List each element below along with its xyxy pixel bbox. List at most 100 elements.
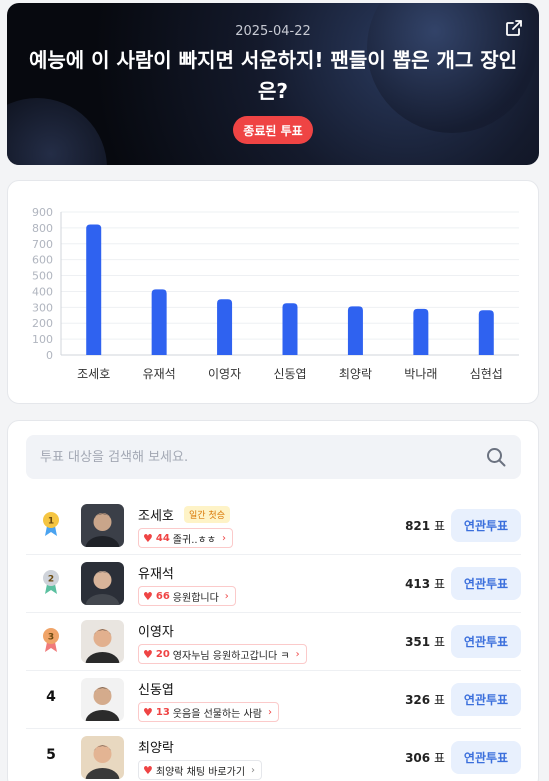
heart-icon: ♥ [143,705,153,719]
cheer-comment-chip[interactable]: ♥ 66 응원합니다 › [138,586,236,606]
vote-title: 예능에 이 사람이 빠지면 서운하지! 팬들이 뽑은 개그 장인은? [28,48,518,103]
cheer-comment-chip[interactable]: ♥ 44 졸귀..ㅎㅎ › [138,528,233,548]
search-icon[interactable] [485,446,507,468]
chevron-right-icon: › [251,764,256,776]
vote-number: 306 [405,751,431,765]
candidate-avatar[interactable] [81,562,124,605]
candidate-row[interactable]: 1 조세호 일간 첫승 ♥ 44 졸귀..ㅎㅎ › 821 표 연관투표 [26,497,521,555]
y-tick-label: 800 [32,222,53,235]
chart-bar [151,289,167,355]
x-category-label: 심현섭 [470,367,503,381]
vote-count: 413 표 [405,575,445,592]
chart-bar [413,308,429,355]
cheer-text: 웃음을 선물하는 사람 [172,708,262,720]
avatar-image [85,571,120,605]
share-icon[interactable] [505,19,523,37]
vote-number: 821 [405,519,431,533]
x-category-label: 박나래 [404,367,437,381]
heart-icon: ♥ [143,763,153,777]
related-vote-button[interactable]: 연관투표 [451,567,521,600]
cheer-count: 20 [155,648,170,660]
vote-unit: 표 [433,577,445,591]
chevron-right-icon: › [267,706,272,718]
related-vote-button[interactable]: 연관투표 [451,741,521,774]
vote-count: 326 표 [405,691,445,708]
chevron-right-icon: › [224,590,229,602]
y-tick-label: 500 [32,270,53,283]
status-badge: 종료된 투표 [233,116,313,144]
candidate-name: 이영자 [138,625,174,640]
silver-medal-icon: 2 [43,570,59,594]
cheer-count: 44 [155,532,170,544]
chat-link-chip[interactable]: ♥ 최양락 채팅 바로가기 › [138,760,263,780]
vote-count: 821 표 [405,517,445,534]
y-tick-label: 400 [32,285,53,298]
vote-chart-card: 0 100 200 300 400 500 600 700 800 900 조세호 유재석 이영자 신동엽… [7,180,539,404]
vote-number: 351 [405,635,431,649]
bronze-medal-icon: 3 [43,628,59,652]
medal-rank-number: 2 [48,575,54,585]
vote-number: 413 [405,577,431,591]
cheer-count: 13 [155,706,170,718]
y-tick-label: 700 [32,238,53,251]
related-vote-button[interactable]: 연관투표 [451,683,521,716]
candidate-name: 신동엽 [138,683,174,698]
candidate-tag: 일간 첫승 [184,506,230,523]
candidate-name: 최양락 [138,741,174,756]
y-tick-label: 300 [32,301,53,314]
medal-rank-number: 3 [48,633,54,643]
candidate-row[interactable]: 2 유재석 ♥ 66 응원합니다 › 413 표 연관투표 [26,555,521,613]
avatar-image [85,513,120,547]
search-bar [26,435,521,479]
candidate-name: 조세호 [138,509,174,524]
gold-medal-icon: 1 [43,512,59,536]
heart-icon: ♥ [143,531,153,545]
cheer-comment-chip[interactable]: ♥ 13 웃음을 선물하는 사람 › [138,702,279,722]
vote-date: 2025-04-22 [235,24,311,39]
cheer-text: 졸귀..ㅎㅎ [172,534,216,546]
candidate-list-card: 1 조세호일간 첫승 ♥ 44 졸귀..ㅎㅎ › 821 표연관투표 2 [7,420,539,781]
candidate-name: 유재석 [138,567,174,582]
heart-icon: ♥ [143,647,153,661]
vote-unit: 표 [433,635,445,649]
cheer-comment-chip[interactable]: ♥ 20 영자누님 응원하고갑니다 ㅋ › [138,644,307,664]
candidate-row[interactable]: 3 이영자 ♥ 20 영자누님 응원하고갑니다 ㅋ › 351 표 연관투표 [26,613,521,671]
vote-count: 351 표 [405,633,445,650]
x-category-label: 신동엽 [273,367,306,381]
decorative-orb [7,98,107,165]
avatar-image [85,687,120,721]
avatar-image [85,745,120,779]
chart-bar [217,299,233,355]
vote-number: 326 [405,693,431,707]
chart-bar [347,306,363,355]
vote-bar-chart: 0 100 200 300 400 500 600 700 800 900 조세호 유재석 이영자 신동엽… [32,206,519,381]
candidate-row[interactable]: 5 최양락 ♥ 최양락 채팅 바로가기 › 306 표 연관투표 [26,729,521,781]
cheer-text: 영자누님 응원하고갑니다 ㅋ [172,650,290,662]
candidate-avatar[interactable] [81,678,124,721]
related-vote-button[interactable]: 연관투표 [451,509,521,542]
vote-count: 306 표 [405,749,445,766]
candidate-row[interactable]: 4 신동엽 ♥ 13 웃음을 선물하는 사람 › 326 표 연관투표 [26,671,521,729]
candidate-avatar[interactable] [81,504,124,547]
related-vote-button[interactable]: 연관투표 [451,625,521,658]
chevron-right-icon: › [221,532,226,544]
vote-header-banner: 2025-04-22 예능에 이 사람이 빠지면 서운하지! 팬들이 뽑은 개그… [7,3,539,165]
cheer-text: 응원합니다 [172,592,219,604]
y-tick-label: 200 [32,317,53,330]
y-tick-label: 100 [32,333,53,346]
chat-link-text: 최양락 채팅 바로가기 [155,766,246,778]
search-input[interactable] [40,449,485,465]
candidate-avatar[interactable] [81,620,124,663]
y-tick-label: 600 [32,254,53,267]
x-category-label: 이영자 [208,367,241,381]
x-category-label: 유재석 [143,367,176,381]
candidate-avatar[interactable] [81,736,124,779]
heart-icon: ♥ [143,589,153,603]
vote-unit: 표 [433,751,445,765]
chart-bar [86,224,102,355]
cheer-count: 66 [155,590,170,602]
x-category-label: 최양락 [339,367,372,381]
vote-unit: 표 [433,693,445,707]
rank-number: 4 [46,689,56,705]
chart-bar [282,303,298,355]
